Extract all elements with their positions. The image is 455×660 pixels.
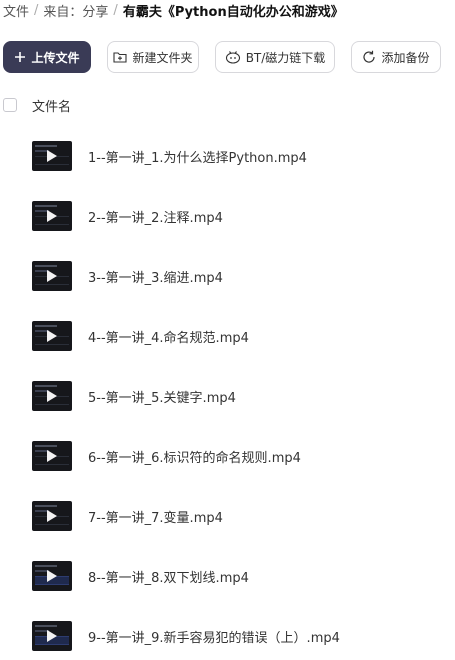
file-name[interactable]: 7--第一讲_7.变量.mp4 (88, 507, 223, 526)
thumbnail-code-line (35, 205, 57, 207)
file-row[interactable]: 8--第一讲_8.双下划线.mp4 (0, 546, 455, 606)
video-thumbnail[interactable] (32, 201, 72, 231)
thumbnail-code-line (35, 385, 57, 387)
play-icon (47, 330, 57, 342)
select-all-checkbox[interactable] (3, 98, 17, 112)
bt-magnet-download-label: BT/磁力链下载 (245, 50, 326, 65)
upload-file-label: 上传文件 (31, 50, 80, 65)
play-icon (47, 390, 57, 402)
file-row[interactable]: 9--第一讲_9.新手容易犯的错误（上）.mp4 (0, 606, 455, 660)
video-thumbnail[interactable] (32, 501, 72, 531)
plus-icon (14, 51, 26, 63)
thumbnail-code-line (35, 265, 57, 267)
video-thumbnail[interactable] (32, 381, 72, 411)
video-thumbnail[interactable] (32, 621, 72, 651)
bt-icon (225, 50, 241, 64)
file-name[interactable]: 6--第一讲_6.标识符的命名规则.mp4 (88, 447, 301, 466)
file-name[interactable]: 5--第一讲_5.关键字.mp4 (88, 387, 236, 406)
folder-plus-icon (113, 51, 128, 63)
toolbar: 上传文件 新建文件夹 BT/磁力链下载 添加备份 (3, 41, 441, 73)
file-name[interactable]: 3--第一讲_3.缩进.mp4 (88, 267, 223, 286)
breadcrumb-separator: / (113, 2, 118, 18)
thumbnail-code-line (35, 625, 57, 627)
file-name[interactable]: 9--第一讲_9.新手容易犯的错误（上）.mp4 (88, 627, 340, 646)
video-thumbnail[interactable] (32, 321, 72, 351)
upload-file-button[interactable]: 上传文件 (3, 41, 91, 73)
bt-magnet-download-button[interactable]: BT/磁力链下载 (215, 41, 335, 73)
video-thumbnail[interactable] (32, 261, 72, 291)
breadcrumb-item-files[interactable]: 文件 (3, 1, 29, 20)
file-row[interactable]: 4--第一讲_4.命名规范.mp4 (0, 306, 455, 366)
file-row[interactable]: 6--第一讲_6.标识符的命名规则.mp4 (0, 426, 455, 486)
play-icon (47, 630, 57, 642)
thumbnail-code-line (35, 325, 57, 327)
thumbnail-code-line (35, 145, 57, 147)
video-thumbnail[interactable] (32, 561, 72, 591)
file-list-header: 文件名 (3, 95, 71, 115)
file-row[interactable]: 1--第一讲_1.为什么选择Python.mp4 (0, 126, 455, 186)
play-icon (47, 210, 57, 222)
play-icon (47, 270, 57, 282)
file-name[interactable]: 2--第一讲_2.注释.mp4 (88, 207, 223, 226)
file-name[interactable]: 4--第一讲_4.命名规范.mp4 (88, 327, 249, 346)
play-icon (47, 510, 57, 522)
file-name[interactable]: 1--第一讲_1.为什么选择Python.mp4 (88, 147, 307, 166)
thumbnail-code-line (35, 565, 57, 567)
play-icon (47, 570, 57, 582)
play-icon (47, 450, 57, 462)
file-row[interactable]: 5--第一讲_5.关键字.mp4 (0, 366, 455, 426)
video-thumbnail[interactable] (32, 441, 72, 471)
file-name-column-header[interactable]: 文件名 (32, 96, 71, 115)
video-thumbnail[interactable] (32, 141, 72, 171)
new-folder-button[interactable]: 新建文件夹 (107, 41, 199, 73)
sync-icon (362, 50, 376, 64)
file-row[interactable]: 7--第一讲_7.变量.mp4 (0, 486, 455, 546)
add-backup-button[interactable]: 添加备份 (351, 41, 441, 73)
file-list: 1--第一讲_1.为什么选择Python.mp4 2--第一讲_2.注释.mp4 3… (0, 126, 455, 660)
thumbnail-code-line (35, 445, 57, 447)
thumbnail-code-line (35, 505, 57, 507)
breadcrumb-current-folder: 有霸夫《Python自动化办公和游戏》 (122, 4, 344, 20)
new-folder-label: 新建文件夹 (132, 50, 193, 65)
breadcrumb: 文件 / 来自：分享 / 有霸夫《Python自动化办公和游戏》 (3, 0, 344, 20)
file-row[interactable]: 3--第一讲_3.缩进.mp4 (0, 246, 455, 306)
breadcrumb-item-shared[interactable]: 来自：分享 (43, 1, 108, 20)
file-row[interactable]: 2--第一讲_2.注释.mp4 (0, 186, 455, 246)
add-backup-label: 添加备份 (381, 50, 430, 65)
file-name[interactable]: 8--第一讲_8.双下划线.mp4 (88, 567, 249, 586)
breadcrumb-separator: / (34, 2, 39, 18)
play-icon (47, 150, 57, 162)
